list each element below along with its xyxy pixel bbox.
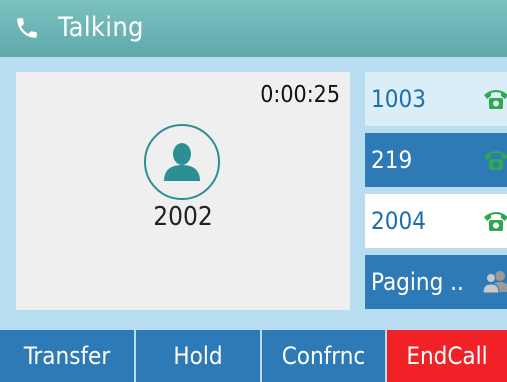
- handset-icon: [484, 151, 507, 170]
- line-key-label: 219: [371, 146, 413, 174]
- call-duration: 0:00:25: [260, 82, 340, 108]
- phone-screen: Talking 0:00:25 2002 1003 219 2004 Pagin…: [0, 0, 507, 382]
- line-key-label: Paging ..: [371, 268, 464, 296]
- line-key-2004[interactable]: 2004: [365, 194, 507, 248]
- call-status-title: Talking: [58, 12, 144, 43]
- caller-number: 2002: [153, 202, 213, 232]
- conference-button[interactable]: Confrnc: [262, 330, 385, 382]
- softkey-bar: Transfer Hold Confrnc EndCall: [0, 330, 507, 382]
- handset-icon: [17, 18, 37, 38]
- paging-group-icon: [482, 271, 507, 294]
- end-call-button[interactable]: EndCall: [387, 330, 507, 382]
- handset-icon: [484, 212, 507, 231]
- transfer-button[interactable]: Transfer: [0, 330, 134, 382]
- hold-button[interactable]: Hold: [136, 330, 260, 382]
- contact-avatar-icon: [144, 124, 220, 200]
- line-key-219[interactable]: 219: [365, 133, 507, 187]
- active-call-panel: 0:00:25 2002: [16, 72, 350, 310]
- line-key-label: 1003: [371, 85, 426, 113]
- handset-icon: [484, 90, 507, 109]
- line-key-label: 2004: [371, 207, 426, 235]
- line-key-paging[interactable]: Paging ..: [365, 255, 507, 309]
- status-bar: Talking: [0, 0, 507, 57]
- line-key-1003[interactable]: 1003: [365, 72, 507, 126]
